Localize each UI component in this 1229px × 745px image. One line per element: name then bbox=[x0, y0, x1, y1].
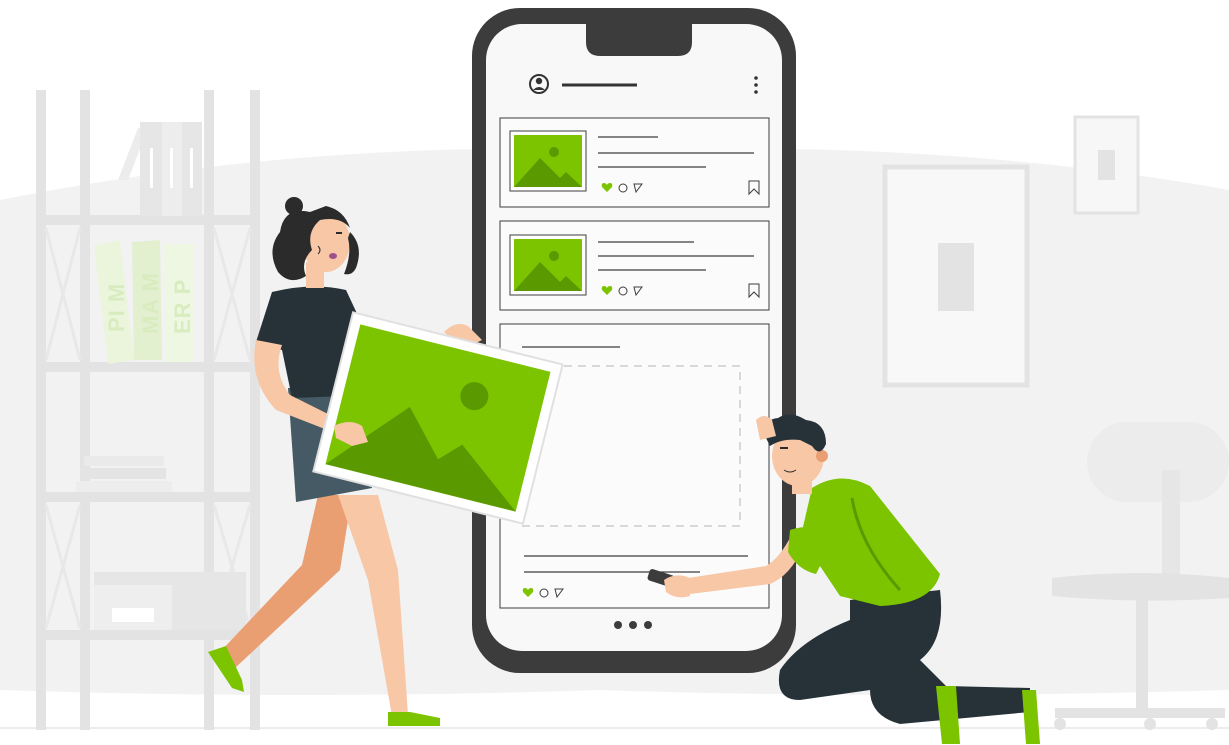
wall-frame-small bbox=[1073, 115, 1140, 215]
shoe bbox=[1022, 690, 1040, 744]
shoe bbox=[388, 712, 440, 726]
binder-label-1: PI M bbox=[104, 283, 129, 332]
vertical-dots-icon[interactable] bbox=[754, 76, 758, 94]
phone-notch bbox=[586, 24, 692, 56]
binders: PI M MA M ER P bbox=[94, 240, 195, 364]
shoe bbox=[936, 686, 960, 744]
binder-label-2: MA M bbox=[138, 272, 163, 334]
feed-post-1[interactable] bbox=[499, 117, 770, 208]
feed-post-2[interactable] bbox=[499, 220, 770, 311]
binder-label-3: ER P bbox=[170, 279, 195, 334]
landscape-image-icon bbox=[509, 234, 587, 296]
landscape-image-icon bbox=[509, 130, 587, 192]
wall-frame-large bbox=[882, 164, 1030, 388]
three-dots-icon[interactable] bbox=[614, 621, 652, 629]
illustration-scene: PI M MA M ER P bbox=[0, 8, 1229, 744]
